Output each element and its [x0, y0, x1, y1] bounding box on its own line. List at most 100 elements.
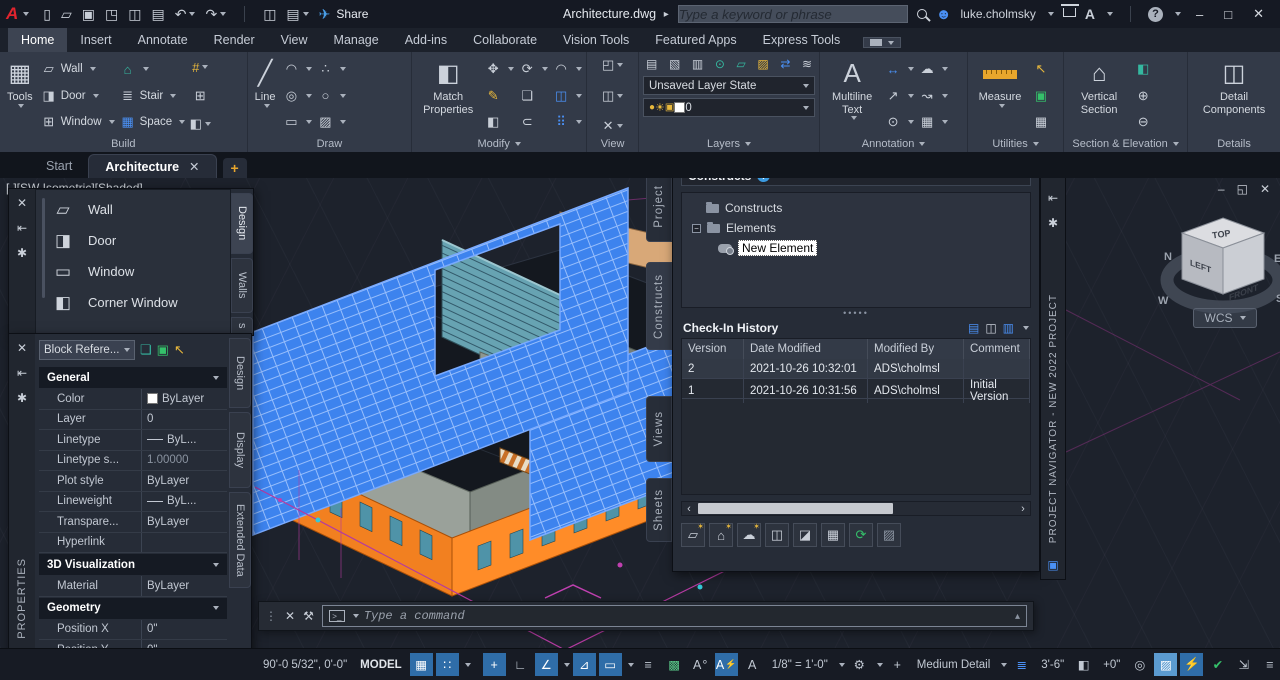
properties-gear-icon[interactable]: ✱ [17, 246, 27, 260]
tab-render[interactable]: Render [201, 28, 268, 52]
leader-tool[interactable]: ↗ [885, 84, 915, 108]
layer-off-icon[interactable]: ▧ [669, 57, 680, 71]
search-icon[interactable] [916, 9, 927, 19]
autodesk-a-icon[interactable]: A [1085, 6, 1095, 22]
points-tool[interactable]: ∴ [317, 57, 347, 81]
mirror-tool[interactable]: ◫ [553, 84, 583, 108]
logo-caret-icon[interactable] [23, 12, 30, 16]
minimize-button[interactable]: – [1190, 7, 1209, 22]
scale-caret-icon[interactable] [838, 662, 845, 667]
coordinates-display[interactable]: 90'-0 5/32", 0'-0" [258, 659, 352, 671]
layer-on-icon[interactable]: ▱ [737, 57, 746, 71]
palette-splitter[interactable]: ••••• [681, 308, 1031, 318]
tab-view[interactable]: View [268, 28, 321, 52]
box-tool[interactable]: ◧ [190, 114, 211, 134]
quick-select-tool[interactable]: ↖ [1033, 57, 1049, 81]
offset-tool[interactable]: ⊂ [519, 110, 548, 134]
close-tab-icon[interactable]: ✕ [189, 159, 199, 174]
prop-transparency[interactable]: Transpare... ByLayer [39, 512, 227, 533]
dynamic-input-toggle[interactable]: + [482, 653, 506, 676]
grid-toggle[interactable]: ▦ [409, 653, 433, 676]
panel-label-layers[interactable]: Layers [639, 136, 819, 152]
prop-layer[interactable]: Layer 0 [39, 409, 227, 430]
tab-home[interactable]: Home [8, 28, 68, 52]
array-tool[interactable]: ⠿ [553, 110, 583, 134]
column-grid-bolt-tool[interactable]: # [190, 57, 210, 77]
transparency-toggle[interactable]: ▩ [663, 653, 686, 676]
multiline-text-button[interactable]: A Multiline Text [824, 55, 880, 136]
tree-node-new-element[interactable]: New Element [692, 238, 1030, 258]
prop-linetype[interactable]: Linetype ByL... [39, 430, 227, 451]
properties-gear-icon[interactable]: ✱ [1048, 216, 1058, 230]
annotation-leader2-tool[interactable]: ↝ [919, 84, 949, 108]
new-category-button[interactable]: ▱ [681, 522, 705, 547]
new-element-button[interactable]: ☁ [737, 522, 761, 547]
history-check-out-icon[interactable]: ◫ [985, 321, 996, 335]
prop-linetype-scale[interactable]: Linetype s... 1.00000 [39, 450, 227, 471]
zoom-tool[interactable]: ✕ [603, 116, 623, 136]
layer-match-icon[interactable]: ⇄ [780, 57, 790, 71]
panel-label-details[interactable]: Details [1188, 136, 1280, 152]
arc-tool[interactable]: ◠ [283, 57, 313, 81]
panel-label-utilities[interactable]: Utilities [968, 136, 1063, 152]
new-tab-button[interactable]: + [222, 158, 247, 178]
tab-manage[interactable]: Manage [321, 28, 392, 52]
ellipse-tool[interactable]: ○ [317, 84, 347, 108]
autodesk-caret-icon[interactable] [1107, 12, 1113, 16]
share-plane-icon[interactable]: ✈ [319, 6, 331, 23]
table-row[interactable]: 1 2021-10-26 10:31:56 ADS\cholmsl Initia… [682, 379, 1030, 403]
tab-express-tools[interactable]: Express Tools [750, 28, 854, 52]
section-3d-visualization[interactable]: 3D Visualization [39, 554, 227, 575]
layer-key-overrides-icon[interactable]: ≣ [1010, 653, 1033, 676]
tab-annotate[interactable]: Annotate [125, 28, 201, 52]
select-box-tool[interactable]: ▣ [1033, 84, 1049, 108]
open-drawing-button[interactable]: ◫ [765, 523, 789, 547]
vertical-section-button[interactable]: ⌂ Vertical Section [1068, 55, 1130, 136]
circle-tool[interactable]: ◎ [283, 84, 313, 108]
history-view-icon[interactable]: ▥ [1003, 321, 1014, 335]
prop-plot-style[interactable]: Plot style ByLayer [39, 471, 227, 492]
hatch-tool[interactable]: ▨ [317, 110, 347, 134]
palette-tool-window[interactable]: ▭ Window [50, 256, 230, 287]
scrollbar-thumb[interactable] [698, 503, 893, 514]
object-snap-toggle[interactable]: ▭ [598, 653, 622, 676]
annotation-autoscale-toggle[interactable]: A ⚡ [714, 653, 738, 676]
rectangle-tool[interactable]: ▭ [283, 110, 313, 134]
prop-hyperlink[interactable]: Hyperlink [39, 532, 227, 553]
wall-tool[interactable]: ▱ Wall [41, 57, 115, 81]
toggle-pickadd-icon[interactable]: ❏ [140, 342, 152, 358]
osnap-caret-icon[interactable] [627, 662, 634, 667]
fillet-tool[interactable]: ◠ [553, 57, 583, 81]
move-tool[interactable]: ✥ [485, 57, 515, 81]
help-icon[interactable]: ? [1148, 6, 1163, 22]
customize-wrench-icon[interactable]: ⚒ [303, 609, 314, 623]
close-icon[interactable]: ✕ [17, 196, 27, 210]
open-file-icon[interactable]: ▱ [61, 6, 72, 23]
layout-icon[interactable]: ◫ [263, 6, 276, 23]
elevation-box-icon[interactable]: ◧ [1072, 653, 1095, 676]
section-general[interactable]: General [39, 367, 227, 388]
store-cart-icon[interactable] [1060, 4, 1079, 17]
user-name[interactable]: luke.cholmsky [961, 7, 1036, 21]
plot-icon[interactable]: ◫ [128, 6, 141, 23]
match-properties-button[interactable]: ◧ Match Properties [416, 55, 480, 136]
workspace-switch-icon[interactable]: ✔ [1206, 653, 1229, 676]
tab-add-ins[interactable]: Add-ins [392, 28, 460, 52]
repath-button[interactable]: ▨ [877, 523, 901, 547]
recent-commands-icon[interactable] [352, 614, 359, 618]
close-button[interactable]: ✕ [1247, 6, 1270, 22]
nav-tab-views[interactable]: Views [646, 396, 672, 462]
close-command-icon[interactable]: ✕ [285, 609, 295, 623]
isodraft-toggle[interactable]: ⊿ [572, 653, 596, 676]
box3d-tool[interactable]: ◧ [485, 110, 514, 134]
layer-properties-icon[interactable]: ▤ [646, 57, 657, 71]
nav-tab-project[interactable]: Project [646, 170, 672, 242]
palette-tool-door[interactable]: ◨ Door [50, 225, 230, 256]
user-avatar[interactable]: ☻ [936, 6, 952, 23]
panel-label-build[interactable]: Build [0, 136, 247, 152]
window-tool[interactable]: ⊞ Window [41, 110, 115, 134]
etransmit-button[interactable]: ◪ [793, 523, 817, 547]
maximize-button[interactable]: □ [1218, 7, 1238, 22]
save-icon[interactable]: ▣ [82, 6, 95, 23]
table-row[interactable]: 2 2021-10-26 10:32:01 ADS\cholmsl [682, 359, 1030, 379]
